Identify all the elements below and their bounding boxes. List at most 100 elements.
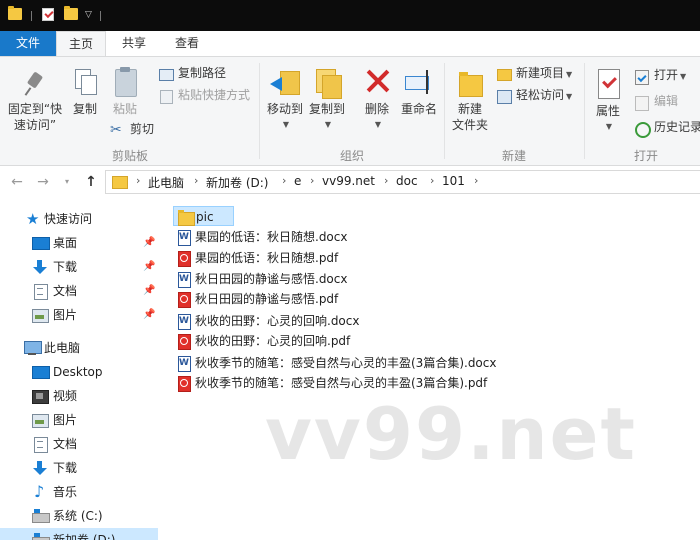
document-icon <box>32 437 48 453</box>
delete-label: 删除 <box>364 102 389 116</box>
new-item-label: 新建项目 <box>516 66 565 80</box>
chevron-down-icon: ▼ <box>605 122 613 131</box>
new-item-icon <box>496 67 512 81</box>
copy-to-icon <box>312 67 342 99</box>
word-document-icon <box>177 227 191 247</box>
paste-icon <box>113 67 137 97</box>
delete-button[interactable]: 删除 ▼ <box>360 67 394 133</box>
customize-toolbar-icon[interactable]: ▽ <box>85 10 92 20</box>
move-to-button[interactable]: 移动到 ▼ <box>262 67 308 133</box>
forward-button[interactable]: → <box>34 173 52 191</box>
history-button[interactable]: 历史记录 <box>634 117 700 138</box>
copy-path-label: 复制路径 <box>178 66 227 80</box>
nav-videos[interactable]: 视频 <box>0 384 158 408</box>
download-icon <box>32 260 48 274</box>
open-label: 打开 <box>654 68 679 82</box>
properties-icon[interactable] <box>42 8 54 21</box>
tab-view[interactable]: 查看 <box>162 31 212 56</box>
pin-to-quick-access-button[interactable]: 固定到“快 速访问” <box>4 71 66 133</box>
nav-label: 文档 <box>53 437 78 451</box>
paste-shortcut-button[interactable]: 粘贴快捷方式 <box>158 85 250 105</box>
nav-desktop[interactable]: Desktop <box>0 360 158 384</box>
nav-documents-pinned[interactable]: 文档 📌 <box>0 279 158 303</box>
nav-pictures-pinned[interactable]: 图片 📌 <box>0 303 158 327</box>
nav-music[interactable]: 音乐 <box>0 480 158 504</box>
edit-button[interactable]: 编辑 <box>634 91 678 111</box>
easy-access-button[interactable]: 轻松访问 ▼ <box>496 85 572 105</box>
tab-file[interactable]: 文件 <box>0 31 56 56</box>
pdf-icon <box>177 251 191 267</box>
file-name: 秋日田园的静谧与感悟.docx <box>195 272 348 286</box>
pin-icon: 📌 <box>143 261 156 272</box>
breadcrumb-this-pc[interactable]: 此电脑 <box>148 174 184 191</box>
nav-pictures[interactable]: 图片 <box>0 408 158 432</box>
breadcrumb-separator: › <box>384 174 389 187</box>
copy-path-icon <box>158 67 174 81</box>
nav-quick-access[interactable]: 快速访问 <box>0 207 158 231</box>
toolbar-separator <box>31 11 32 21</box>
nav-this-pc[interactable]: 此电脑 <box>0 336 158 360</box>
new-folder-quick-icon[interactable] <box>64 6 78 20</box>
properties-button[interactable]: 属性 ▼ <box>590 69 626 135</box>
address-field[interactable]: › 此电脑 › 新加卷 (D:) › e › vv99.net › doc › … <box>105 170 700 194</box>
edit-icon <box>634 95 650 111</box>
copy-icon <box>73 69 97 97</box>
organize-group-label: 组织 <box>339 149 364 163</box>
paste-button[interactable]: 粘贴 <box>108 67 142 117</box>
word-document-icon <box>177 311 191 331</box>
new-folder-icon <box>457 69 483 97</box>
recent-locations-button[interactable]: ▾ <box>58 173 76 191</box>
up-button[interactable]: ↑ <box>82 173 100 191</box>
back-button[interactable]: ← <box>8 173 26 191</box>
new-item-button[interactable]: 新建项目 ▼ <box>496 63 572 83</box>
pin-label-line2: 速访问” <box>13 118 57 132</box>
easy-access-label: 轻松访问 <box>516 88 565 102</box>
document-icon <box>32 284 48 300</box>
tab-home[interactable]: 主页 <box>56 31 106 57</box>
file-name: pic <box>196 210 214 224</box>
nav-documents[interactable]: 文档 <box>0 432 158 456</box>
rename-button[interactable]: 重命名 <box>398 67 440 117</box>
video-icon <box>32 389 49 404</box>
nav-desktop-pinned[interactable]: 桌面 📌 <box>0 231 158 255</box>
nav-label: 音乐 <box>53 485 78 499</box>
pdf-icon <box>177 376 191 392</box>
rename-icon <box>404 67 434 97</box>
file-list: pic 果园的低语：秋日随想.docx 果园的低语：秋日随想.pdf 秋日田园的… <box>159 197 700 540</box>
copy-button[interactable]: 复制 <box>68 69 102 117</box>
easy-access-icon <box>496 89 512 104</box>
breadcrumb-101[interactable]: 101 <box>442 174 465 188</box>
breadcrumb-doc[interactable]: doc <box>396 174 418 188</box>
file-name: 秋收季节的随笔：感受自然与心灵的丰盈(3篇合集).pdf <box>195 376 488 390</box>
breadcrumb-drive-d[interactable]: 新加卷 (D:) <box>206 174 268 191</box>
copy-to-button[interactable]: 复制到 ▼ <box>306 67 348 133</box>
nav-downloads[interactable]: 下载 <box>0 456 158 480</box>
breadcrumb-separator: › <box>136 174 141 187</box>
cut-button[interactable]: 剪切 <box>110 119 154 140</box>
delete-icon <box>364 67 390 97</box>
tab-share[interactable]: 共享 <box>110 31 158 56</box>
open-icon <box>634 69 650 85</box>
watermark: vv99.net <box>265 392 637 476</box>
chevron-down-icon: ▼ <box>324 120 332 129</box>
nav-downloads-pinned[interactable]: 下载 📌 <box>0 255 158 279</box>
drive-icon <box>32 509 50 523</box>
nav-drive-d[interactable]: 新加卷 (D:) <box>0 528 158 540</box>
breadcrumb-e[interactable]: e <box>294 174 301 188</box>
new-folder-button[interactable]: 新建 文件夹 <box>450 69 490 133</box>
group-divider <box>584 63 585 159</box>
copy-path-button[interactable]: 复制路径 <box>158 63 226 83</box>
file-name: 秋收的田野：心灵的回响.docx <box>195 314 360 328</box>
nav-drive-c[interactable]: 系统 (C:) <box>0 504 158 528</box>
list-item-folder-pic[interactable]: pic <box>173 206 234 226</box>
open-button[interactable]: 打开 ▼ <box>634 65 686 85</box>
breadcrumb-separator: › <box>474 174 479 187</box>
move-to-icon <box>270 67 300 97</box>
nav-label: 视频 <box>53 389 78 403</box>
nav-label: 桌面 <box>53 236 78 250</box>
breadcrumb-vv99[interactable]: vv99.net <box>322 174 375 188</box>
nav-label: 图片 <box>53 413 78 427</box>
chevron-down-icon: ▼ <box>566 70 573 79</box>
star-icon <box>26 207 42 231</box>
chevron-down-icon: ▼ <box>374 120 382 129</box>
